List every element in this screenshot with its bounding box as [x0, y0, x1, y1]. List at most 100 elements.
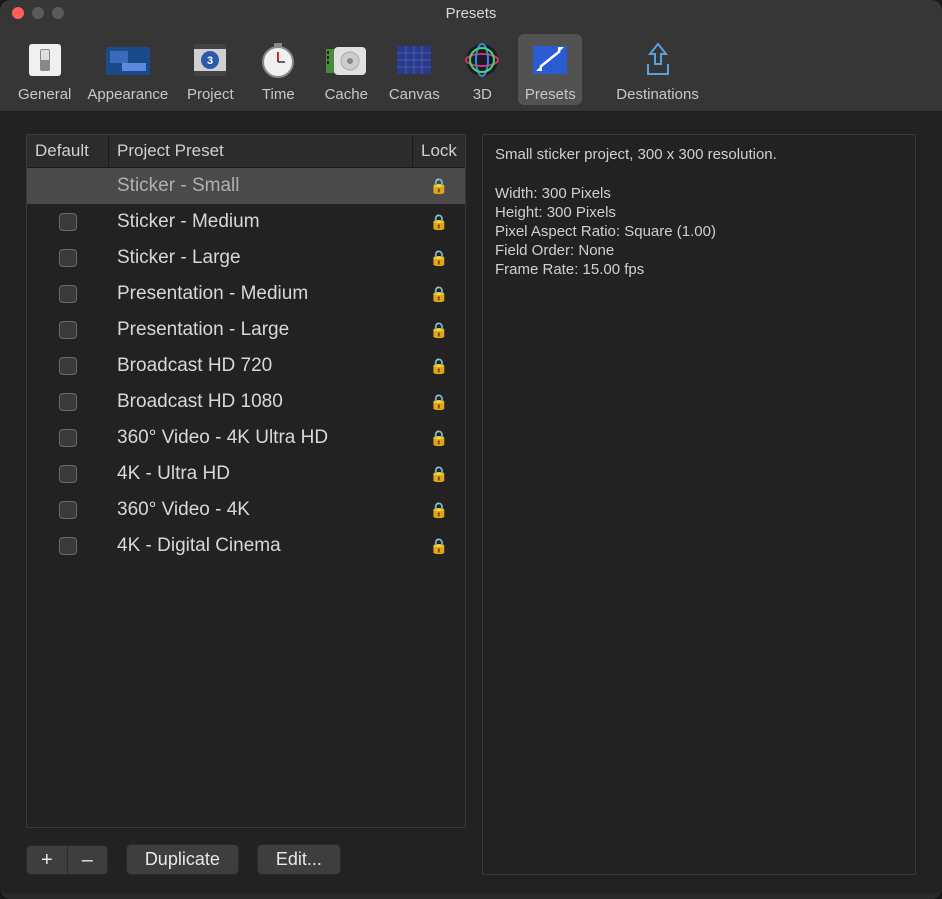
bottom-toolbar: + – Duplicate Edit... [26, 844, 466, 875]
preset-name: Sticker - Medium [109, 211, 413, 233]
preset-name: Presentation - Large [109, 319, 413, 341]
tab-label: Destinations [616, 86, 699, 103]
lock-icon: 🔒 [430, 285, 449, 303]
default-cell [27, 393, 109, 411]
lock-icon: 🔒 [430, 429, 449, 447]
tab-label: Project [187, 86, 234, 103]
header-preset[interactable]: Project Preset [109, 135, 413, 167]
lock-cell: 🔒 [413, 285, 465, 303]
lock-cell: 🔒 [413, 213, 465, 231]
presets-icon [524, 38, 576, 82]
lock-cell: 🔒 [413, 249, 465, 267]
tab-label: 3D [473, 86, 492, 103]
window-controls [12, 7, 64, 19]
table-row[interactable]: Broadcast HD 1080🔒 [27, 384, 465, 420]
default-cell [27, 285, 109, 303]
project-icon: 3 [184, 38, 236, 82]
tab-general[interactable]: General [12, 34, 77, 105]
svg-text:3: 3 [207, 55, 213, 67]
tab-3d[interactable]: 3D [450, 34, 514, 105]
tab-time[interactable]: Time [246, 34, 310, 105]
lock-cell: 🔒 [413, 321, 465, 339]
default-checkbox[interactable] [59, 429, 77, 447]
preset-name: Sticker - Small [109, 175, 413, 197]
tab-presets[interactable]: Presets [518, 34, 582, 105]
tab-project[interactable]: 3 Project [178, 34, 242, 105]
default-checkbox[interactable] [59, 465, 77, 483]
default-checkbox[interactable] [59, 357, 77, 375]
preset-name: Broadcast HD 1080 [109, 391, 413, 413]
table-row[interactable]: Sticker - Medium 🔒 [27, 204, 465, 240]
lock-icon: 🔒 [430, 465, 449, 483]
tab-label: Appearance [87, 86, 168, 103]
preferences-window: Presets General Appearance 3 Project Tim… [0, 0, 942, 899]
detail-description: Small sticker project, 300 x 300 resolut… [495, 145, 903, 164]
detail-field-order: Field Order: None [495, 241, 903, 260]
tab-label: General [18, 86, 71, 103]
canvas-icon [388, 38, 440, 82]
lock-cell: 🔒 [413, 537, 465, 555]
lock-icon: 🔒 [430, 357, 449, 375]
add-button[interactable]: + [26, 845, 67, 875]
table-row[interactable]: Broadcast HD 720 🔒 [27, 348, 465, 384]
table-header: Default Project Preset Lock [27, 135, 465, 168]
minimize-button[interactable] [32, 7, 44, 19]
default-cell [27, 321, 109, 339]
lock-cell: 🔒 [413, 501, 465, 519]
tab-cache[interactable]: Cache [314, 34, 378, 105]
lock-cell: 🔒 [413, 393, 465, 411]
default-checkbox[interactable] [59, 321, 77, 339]
table-row[interactable]: 4K - Ultra HD 🔒 [27, 456, 465, 492]
preset-name: Sticker - Large [109, 247, 413, 269]
table-row[interactable]: 360° Video - 4K🔒 [27, 492, 465, 528]
default-checkbox[interactable] [59, 393, 77, 411]
default-checkbox[interactable] [59, 249, 77, 267]
default-checkbox[interactable] [59, 501, 77, 519]
header-lock[interactable]: Lock [413, 135, 465, 167]
table-body: Sticker - Small🔒Sticker - Medium🔒Sticker… [27, 168, 465, 827]
default-checkbox[interactable] [59, 213, 77, 231]
table-row[interactable]: 4K - Digital Cinema 🔒 [27, 528, 465, 564]
maximize-button[interactable] [52, 7, 64, 19]
toolbar: General Appearance 3 Project Time Cache [0, 26, 942, 112]
lock-icon: 🔒 [430, 213, 449, 231]
preset-name: Broadcast HD 720 [109, 355, 413, 377]
close-button[interactable] [12, 7, 24, 19]
preset-name: 4K - Ultra HD [109, 463, 413, 485]
lock-icon: 🔒 [430, 321, 449, 339]
table-row[interactable]: Sticker - Small 🔒 [27, 168, 465, 204]
table-row[interactable]: 360° Video - 4K Ultra HD 🔒 [27, 420, 465, 456]
tab-appearance[interactable]: Appearance [81, 34, 174, 105]
default-checkbox[interactable] [59, 537, 77, 555]
add-remove-group: + – [26, 845, 108, 875]
preset-table: Default Project Preset Lock Sticker - Sm… [26, 134, 466, 828]
detail-height: Height: 300 Pixels [495, 203, 903, 222]
tab-canvas[interactable]: Canvas [382, 34, 446, 105]
preset-name: Presentation - Medium [109, 283, 413, 305]
default-checkbox[interactable] [59, 285, 77, 303]
table-row[interactable]: Presentation - Medium 🔒 [27, 276, 465, 312]
lock-cell: 🔒 [413, 465, 465, 483]
remove-button[interactable]: – [67, 845, 108, 875]
content-area: Default Project Preset Lock Sticker - Sm… [0, 112, 942, 893]
tab-label: Time [262, 86, 295, 103]
header-default[interactable]: Default [27, 135, 109, 167]
lock-icon: 🔒 [430, 177, 449, 195]
lock-icon: 🔒 [430, 537, 449, 555]
detail-pixel-aspect: Pixel Aspect Ratio: Square (1.00) [495, 222, 903, 241]
detail-width: Width: 300 Pixels [495, 184, 903, 203]
table-row[interactable]: Presentation - Large 🔒 [27, 312, 465, 348]
lock-icon: 🔒 [430, 249, 449, 267]
table-row[interactable]: Sticker - Large 🔒 [27, 240, 465, 276]
preset-name: 360° Video - 4K Ultra HD [109, 427, 413, 449]
duplicate-button[interactable]: Duplicate [126, 844, 239, 875]
destinations-icon [632, 38, 684, 82]
preset-panel: Default Project Preset Lock Sticker - Sm… [26, 134, 466, 875]
time-icon [252, 38, 304, 82]
cache-icon [320, 38, 372, 82]
edit-button[interactable]: Edit... [257, 844, 341, 875]
tab-destinations[interactable]: Destinations [610, 34, 705, 105]
default-cell [27, 429, 109, 447]
detail-frame-rate: Frame Rate: 15.00 fps [495, 260, 903, 279]
preset-name: 4K - Digital Cinema [109, 535, 413, 557]
